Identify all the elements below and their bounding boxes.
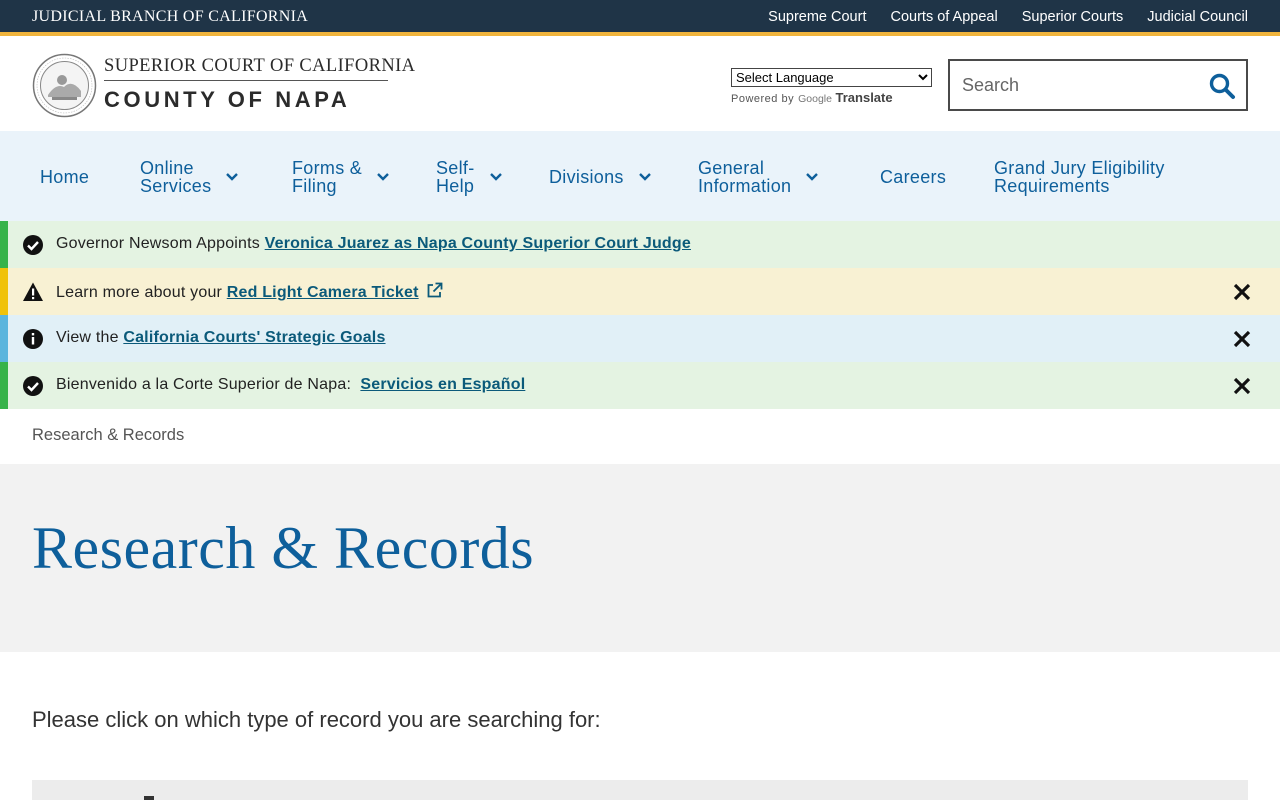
alert-text: Governor Newsom Appoints Veronica Juarez… (56, 235, 691, 253)
intro-text: Please click on which type of record you… (32, 707, 601, 732)
close-icon[interactable] (1232, 329, 1252, 349)
chevron-down-icon (377, 173, 389, 181)
alert-text: Learn more about your Red Light Camera T… (56, 282, 443, 302)
record-types-panel (32, 780, 1248, 800)
search-box (948, 59, 1248, 111)
nav-online-services[interactable]: Online Services (140, 159, 239, 195)
google-logo-text: Google (798, 93, 832, 105)
nav-grand-jury-label: Grand Jury Eligibility Requirements (994, 158, 1165, 196)
search-input[interactable] (962, 73, 1202, 97)
panel-content-edge (144, 796, 154, 800)
page-title: Research & Records (32, 515, 535, 581)
close-icon[interactable] (1232, 282, 1252, 302)
supreme-court-link[interactable]: Supreme Court (768, 9, 866, 25)
nav-forms-filing[interactable]: Forms & Filing (292, 159, 390, 195)
nav-self-help[interactable]: Self- Help (436, 159, 503, 195)
info-circle-icon (23, 329, 43, 349)
powered-by-label: Powered by (731, 93, 795, 105)
alert-link[interactable]: Servicios en Español (360, 376, 525, 393)
alert-link[interactable]: California Courts' Strategic Goals (123, 329, 385, 346)
alert-prefix: View the (56, 329, 124, 346)
language-select[interactable]: Select Language (731, 68, 932, 87)
warning-triangle-icon (23, 282, 43, 301)
alert-link[interactable]: Red Light Camera Ticket (227, 284, 419, 301)
page-hero: Research & Records (0, 464, 1280, 652)
utility-bar: JUDICIAL BRANCH OF CALIFORNIA Supreme Co… (0, 0, 1280, 36)
external-link-icon[interactable] (426, 282, 443, 299)
chevron-down-icon (489, 173, 502, 181)
alert-link[interactable]: Veronica Juarez as Napa County Superior … (265, 235, 691, 252)
logo-title-line1[interactable]: SUPERIOR COURT OF CALIFORNIA (104, 56, 415, 77)
nav-general-information[interactable]: General Information (698, 159, 819, 195)
alert-prefix: Learn more about your (56, 284, 227, 301)
search-icon[interactable] (1208, 72, 1236, 100)
nav-forms-filing-label: Forms & Filing (292, 158, 363, 196)
close-icon[interactable] (1232, 376, 1252, 396)
utility-links: Supreme Court Courts of Appeal Superior … (768, 9, 1248, 25)
court-seal-logo-icon[interactable] (32, 53, 97, 118)
nav-home[interactable]: Home (40, 168, 89, 186)
alert-prefix: Governor Newsom Appoints (56, 235, 265, 252)
breadcrumb: Research & Records (32, 426, 185, 444)
courts-of-appeal-link[interactable]: Courts of Appeal (890, 9, 997, 25)
check-circle-icon (23, 235, 43, 255)
nav-grand-jury[interactable]: Grand Jury Eligibility Requirements (994, 159, 1165, 195)
judicial-council-link[interactable]: Judicial Council (1147, 9, 1248, 25)
nav-online-services-label: Online Services (140, 158, 212, 196)
alert-red-light: Learn more about your Red Light Camera T… (0, 268, 1280, 315)
nav-careers-label: Careers (880, 167, 947, 187)
logo-divider (104, 80, 388, 81)
nav-divisions-label: Divisions (549, 167, 624, 187)
powered-by-google: Powered by Google Translate (731, 90, 893, 105)
chevron-down-icon (806, 173, 819, 181)
judicial-branch-brand[interactable]: JUDICIAL BRANCH OF CALIFORNIA (32, 8, 308, 26)
site-header: SUPERIOR COURT OF CALIFORNIA COUNTY OF N… (0, 40, 1280, 131)
main-navigation: Home Online Services Forms & Filing Self… (0, 131, 1280, 221)
nav-self-help-label: Self- Help (436, 158, 475, 196)
alert-text: Bienvenido a la Corte Superior de Napa: … (56, 376, 525, 394)
translate-label[interactable]: Translate (836, 90, 893, 105)
language-selector: Select Language (731, 68, 932, 87)
alert-spanish-services: Bienvenido a la Corte Superior de Napa: … (0, 362, 1280, 409)
superior-courts-link[interactable]: Superior Courts (1022, 9, 1124, 25)
alert-text: View the California Courts' Strategic Go… (56, 329, 386, 347)
alert-appointment: Governor Newsom Appoints Veronica Juarez… (0, 221, 1280, 268)
nav-careers[interactable]: Careers (880, 168, 946, 186)
chevron-down-icon (226, 173, 239, 181)
alert-strategic-goals: View the California Courts' Strategic Go… (0, 315, 1280, 362)
check-circle-icon (23, 376, 43, 396)
nav-general-information-label: General Information (698, 158, 792, 196)
chevron-down-icon (638, 173, 651, 181)
nav-home-label: Home (40, 167, 90, 187)
nav-divisions[interactable]: Divisions (549, 168, 652, 186)
logo-title-line2[interactable]: COUNTY OF NAPA (104, 87, 350, 113)
alert-prefix: Bienvenido a la Corte Superior de Napa: (56, 376, 361, 393)
